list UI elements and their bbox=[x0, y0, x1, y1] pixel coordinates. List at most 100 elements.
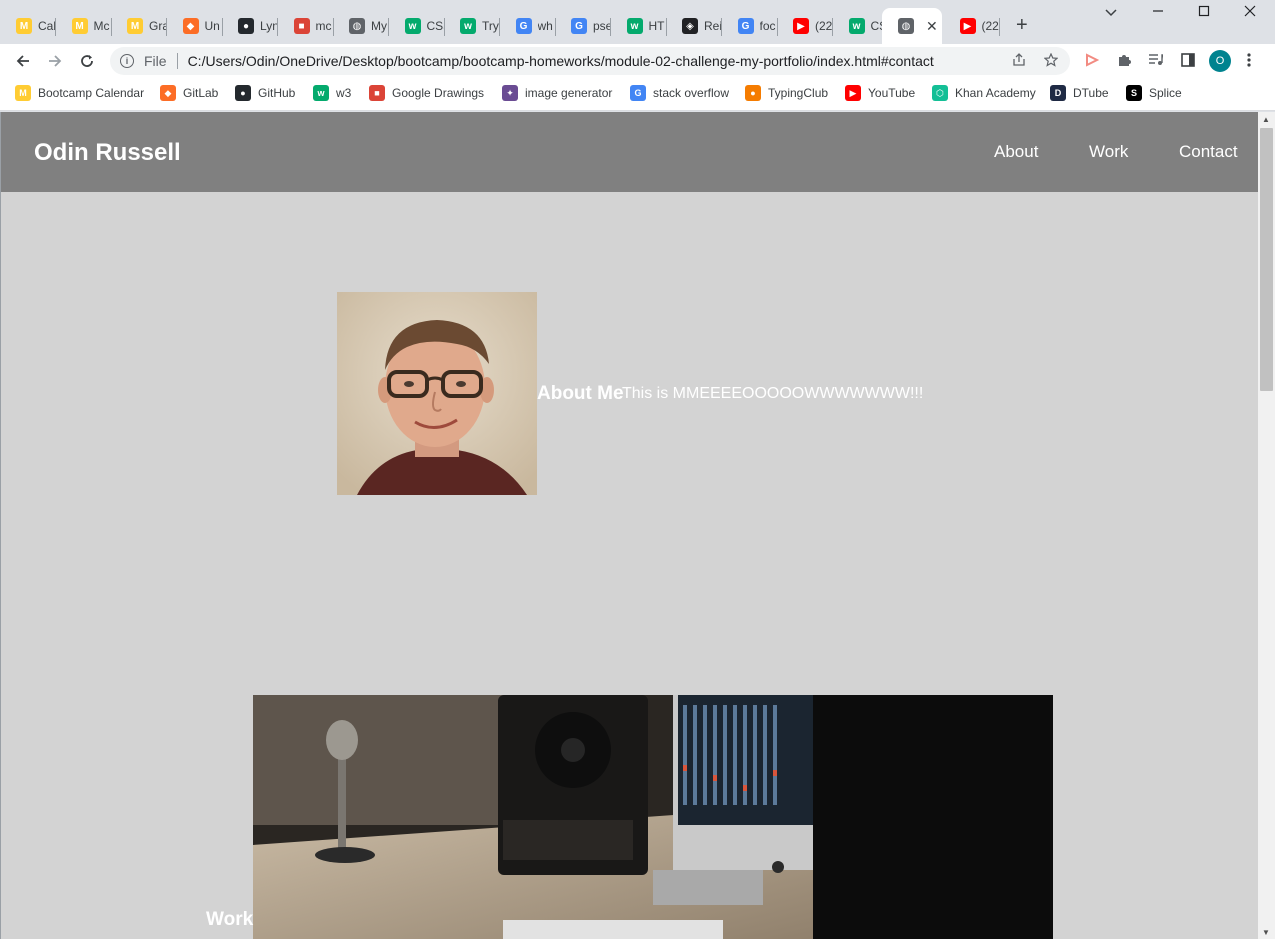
profile-photo bbox=[337, 292, 537, 495]
browser-tab[interactable]: Gfoc bbox=[722, 10, 778, 42]
tab-title: Cal bbox=[38, 19, 56, 33]
bookmark-label: GitLab bbox=[183, 86, 219, 100]
browser-tab[interactable]: ■ mc bbox=[278, 10, 334, 42]
bookmark-label: Bootcamp Calendar bbox=[38, 86, 145, 100]
browser-tab[interactable]: w CSS bbox=[389, 10, 445, 42]
browser-tab[interactable]: M Cal bbox=[0, 10, 56, 42]
globe-icon: ◍ bbox=[898, 18, 914, 34]
close-tab-icon[interactable]: ✕ bbox=[926, 18, 938, 35]
drawings-icon: ■ bbox=[369, 85, 385, 101]
bookmark-item[interactable]: w w3 bbox=[313, 85, 351, 101]
browser-tab[interactable]: ◆ Un bbox=[167, 10, 223, 42]
tab-title: pse bbox=[593, 19, 611, 33]
extensions-puzzle-icon[interactable] bbox=[1116, 52, 1132, 72]
google-icon: G bbox=[630, 85, 646, 101]
bookmark-label: Khan Academy bbox=[955, 86, 1036, 100]
youtube-icon: ▶ bbox=[793, 18, 809, 34]
maximize-button[interactable] bbox=[1198, 4, 1210, 22]
tab-title: Un bbox=[204, 19, 220, 33]
browser-tab[interactable]: ▶ (22 bbox=[944, 10, 1000, 42]
bookmark-item[interactable]: ◆ GitLab bbox=[160, 85, 218, 101]
work-heading: Work bbox=[206, 909, 254, 930]
w3-icon: w bbox=[404, 18, 421, 34]
tab-title: foc bbox=[759, 19, 776, 33]
nav-link-work[interactable]: Work bbox=[1089, 142, 1128, 162]
browser-tab[interactable]: ◍ ✕ bbox=[882, 8, 942, 44]
bookmark-label: stack overflow bbox=[653, 86, 730, 100]
bookmark-label: GitHub bbox=[258, 86, 296, 100]
side-panel-icon[interactable] bbox=[1180, 52, 1196, 72]
more-menu-icon[interactable] bbox=[1246, 52, 1252, 72]
bookmark-item[interactable]: ● GitHub bbox=[235, 85, 295, 101]
github-icon: ● bbox=[235, 85, 251, 101]
browser-tab[interactable]: wCSS bbox=[833, 10, 889, 42]
scroll-thumb[interactable] bbox=[1260, 128, 1273, 391]
page-scrollbar[interactable]: ▲ ▼ bbox=[1258, 112, 1275, 939]
bookmark-item[interactable]: D DTube bbox=[1050, 85, 1109, 101]
w3-icon: w bbox=[313, 85, 329, 101]
typingclub-icon: ● bbox=[745, 85, 761, 101]
tab-title: Mc bbox=[93, 19, 110, 33]
bookmark-label: w3 bbox=[336, 86, 352, 100]
browser-tab[interactable]: ◍ My bbox=[333, 10, 389, 42]
tab-search-chevron-icon[interactable] bbox=[1105, 6, 1117, 21]
forward-icon[interactable] bbox=[43, 49, 67, 73]
browser-tab[interactable]: w HT bbox=[611, 10, 667, 42]
share-icon[interactable] bbox=[1012, 53, 1026, 70]
bookmark-item[interactable]: ▶ YouTube bbox=[845, 85, 915, 101]
profile-avatar[interactable]: O bbox=[1209, 50, 1231, 72]
reload-icon[interactable] bbox=[75, 49, 99, 73]
bookmark-item[interactable]: ■ Google Drawings bbox=[369, 85, 484, 101]
tab-title: Gra bbox=[149, 19, 167, 33]
tab-title: CSS bbox=[426, 19, 445, 33]
minimize-button[interactable] bbox=[1152, 4, 1164, 22]
scroll-up-arrow-icon[interactable]: ▲ bbox=[1262, 115, 1270, 124]
browser-tab[interactable]: M Gra bbox=[111, 10, 167, 42]
tab-title: My bbox=[371, 19, 387, 33]
google-icon: G bbox=[515, 18, 532, 34]
umn-icon: M bbox=[15, 85, 31, 101]
dtube-icon: D bbox=[1050, 85, 1066, 101]
drawings-icon: ■ bbox=[293, 18, 310, 34]
bookmark-item[interactable]: Gstack overflow bbox=[630, 85, 729, 101]
back-icon[interactable] bbox=[11, 49, 35, 73]
bookmark-item[interactable]: ● TypingClub bbox=[745, 85, 828, 101]
file-scheme-label: File bbox=[144, 53, 167, 69]
bookmarks-bar: M Bootcamp Calendar ◆ GitLab ● GitHub w w3 ■ Goog… bbox=[0, 78, 1275, 111]
gitlab-icon: ◆ bbox=[182, 18, 199, 34]
bookmark-label: image generator bbox=[525, 86, 613, 100]
umn-icon: M bbox=[71, 18, 88, 34]
browser-tab[interactable]: ▶ (22 bbox=[777, 10, 833, 42]
address-bar[interactable]: i File C:/Users/Odin/OneDrive/Desktop/bo… bbox=[110, 47, 1070, 75]
w3-icon: w bbox=[848, 18, 865, 34]
browser-tab[interactable]: Gpse bbox=[555, 10, 611, 42]
youtube-icon: ▶ bbox=[845, 85, 861, 101]
umn-icon: M bbox=[127, 18, 143, 34]
browser-tab[interactable]: ● Lyn bbox=[222, 10, 278, 42]
about-text: This is MMEEEEOOOOOWWWWWWW!!! bbox=[622, 385, 924, 402]
browser-tab[interactable]: w Try bbox=[444, 10, 500, 42]
browser-tab[interactable]: M Mc bbox=[56, 10, 112, 42]
site-title: Odin Russell bbox=[34, 139, 181, 166]
bookmark-item[interactable]: ✦ image generator bbox=[502, 85, 612, 101]
site-icon: ◈ bbox=[682, 18, 698, 34]
browser-tab[interactable]: ◈ Rei bbox=[666, 10, 722, 42]
cast-extension-icon[interactable] bbox=[1084, 52, 1100, 72]
close-window-button[interactable] bbox=[1244, 4, 1256, 22]
bookmark-item[interactable]: ⬡ Khan Academy bbox=[932, 85, 1036, 101]
bookmark-label: DTube bbox=[1073, 86, 1109, 100]
bookmark-label: TypingClub bbox=[768, 86, 829, 100]
browser-tab[interactable]: Gwh bbox=[500, 10, 556, 42]
nav-link-contact[interactable]: Contact bbox=[1179, 142, 1238, 162]
url-text[interactable]: C:/Users/Odin/OneDrive/Desktop/bootcamp/… bbox=[188, 53, 934, 69]
nav-link-about[interactable]: About bbox=[994, 142, 1038, 162]
bookmark-item[interactable]: S Splice bbox=[1126, 85, 1182, 101]
bookmark-label: Google Drawings bbox=[392, 86, 485, 100]
new-tab-button[interactable]: + bbox=[1016, 14, 1028, 37]
w3-icon: w bbox=[626, 18, 643, 34]
bookmark-star-icon[interactable] bbox=[1043, 52, 1059, 70]
bookmark-item[interactable]: M Bootcamp Calendar bbox=[15, 85, 144, 101]
site-info-icon[interactable]: i bbox=[120, 54, 134, 68]
scroll-down-arrow-icon[interactable]: ▼ bbox=[1262, 928, 1270, 937]
media-control-icon[interactable] bbox=[1148, 52, 1164, 72]
